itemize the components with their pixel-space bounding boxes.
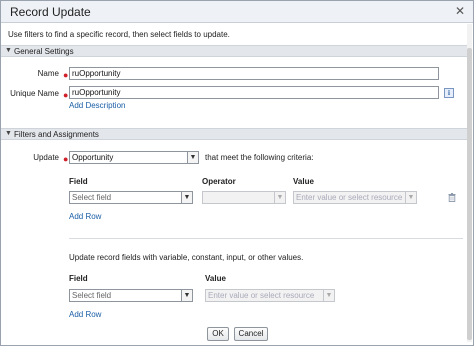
update-object-value: Opportunity <box>72 153 114 162</box>
assignments-intro: Update record fields with variable, cons… <box>69 253 304 262</box>
required-marker: ● <box>63 70 69 80</box>
info-icon[interactable]: i <box>444 88 454 98</box>
update-object-select[interactable]: Opportunity ▼ <box>69 151 199 164</box>
field-column-header: Field <box>69 177 88 186</box>
chevron-down-icon: ▼ <box>405 192 416 203</box>
chevron-down-icon: ▼ <box>181 192 192 203</box>
assignment-value-select[interactable]: Enter value or select resource ▼ <box>205 289 335 302</box>
add-assignment-row-link[interactable]: Add Row <box>69 310 101 319</box>
general-settings-label: General Settings <box>14 47 74 56</box>
add-description-link[interactable]: Add Description <box>69 101 125 110</box>
ok-button[interactable]: OK <box>207 327 229 341</box>
unique-name-field[interactable]: ruOpportunity <box>69 86 439 99</box>
assignment-field-select[interactable]: Select field ▼ <box>69 289 193 302</box>
filters-header[interactable]: ▼ Filters and Assignments <box>1 128 468 140</box>
cancel-button[interactable]: Cancel <box>234 327 268 341</box>
name-field[interactable]: ruOpportunity <box>69 67 439 80</box>
chevron-down-icon: ▼ <box>274 192 285 203</box>
scrollbar[interactable] <box>467 24 472 342</box>
filter-value-placeholder: Enter value or select resource <box>296 193 403 202</box>
assignment-value-placeholder: Enter value or select resource <box>208 291 315 300</box>
required-marker: ● <box>63 90 69 100</box>
update-label: Update <box>33 153 59 162</box>
filter-operator-select[interactable]: ▼ <box>202 191 286 204</box>
name-label: Name <box>37 69 59 78</box>
filter-value-select[interactable]: Enter value or select resource ▼ <box>293 191 417 204</box>
general-settings-header[interactable]: ▼ General Settings <box>1 45 468 57</box>
assignment-field-placeholder: Select field <box>72 291 112 300</box>
trash-icon[interactable] <box>448 193 456 202</box>
close-icon[interactable]: ✕ <box>453 4 467 18</box>
operator-column-header: Operator <box>202 177 236 186</box>
divider <box>69 238 463 239</box>
filter-field-placeholder: Select field <box>72 193 112 202</box>
assignment-field-column-header: Field <box>69 274 88 283</box>
criteria-text: that meet the following criteria: <box>205 153 314 162</box>
add-filter-row-link[interactable]: Add Row <box>69 212 101 221</box>
filters-label: Filters and Assignments <box>14 130 99 139</box>
scrollbar-thumb[interactable] <box>467 48 472 340</box>
title-bar: Record Update ✕ <box>1 1 473 23</box>
chevron-down-icon: ▼ <box>323 290 334 301</box>
unique-name-label: Unique Name <box>10 89 59 98</box>
triangle-down-icon: ▼ <box>5 130 12 137</box>
filter-field-select[interactable]: Select field ▼ <box>69 191 193 204</box>
dialog-title: Record Update <box>10 5 91 19</box>
record-update-dialog: Record Update ✕ Use filters to find a sp… <box>0 0 474 346</box>
intro-text: Use filters to find a specific record, t… <box>8 30 230 39</box>
value-column-header: Value <box>293 177 314 186</box>
assignment-value-column-header: Value <box>205 274 226 283</box>
chevron-down-icon: ▼ <box>181 290 192 301</box>
triangle-down-icon: ▼ <box>5 47 12 54</box>
chevron-down-icon: ▼ <box>187 152 198 163</box>
required-marker: ● <box>63 154 69 164</box>
